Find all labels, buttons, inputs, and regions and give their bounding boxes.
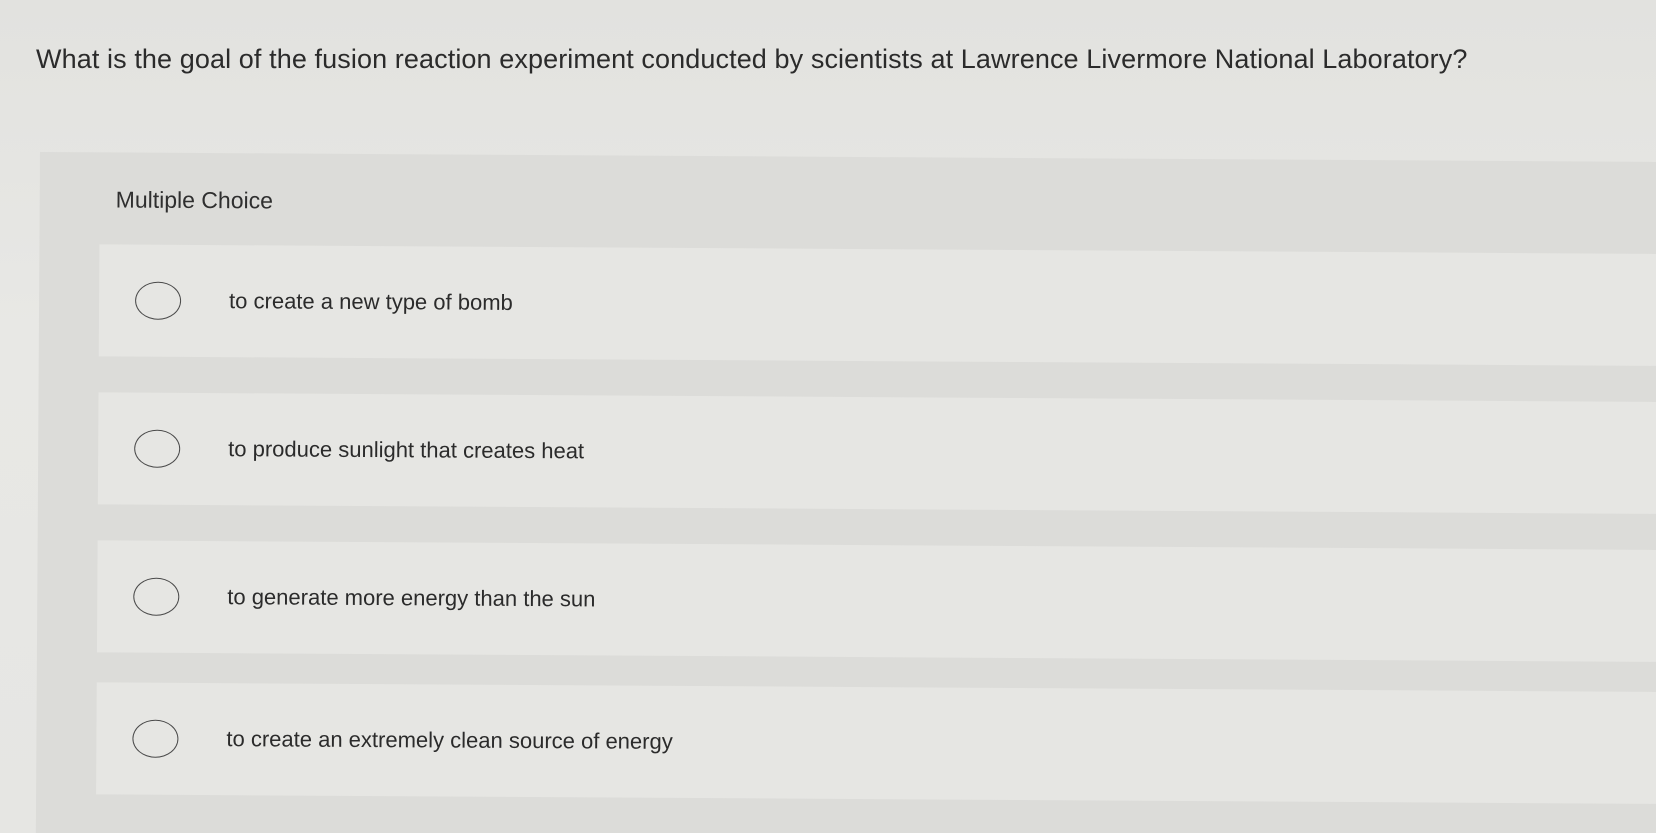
- radio-button-icon[interactable]: [134, 281, 182, 320]
- answer-option-label: to produce sunlight that creates heat: [228, 436, 585, 464]
- radio-button-icon[interactable]: [134, 429, 181, 468]
- multiple-choice-label: Multiple Choice: [115, 186, 274, 214]
- answer-option-4[interactable]: to create an extremely clean source of e…: [96, 682, 1656, 805]
- answer-option-label: to generate more energy than the sun: [227, 584, 596, 612]
- multiple-choice-panel: Multiple Choice to create a new type of …: [35, 152, 1656, 833]
- answer-option-1[interactable]: to create a new type of bomb: [98, 244, 1656, 367]
- quiz-page: What is the goal of the fusion reaction …: [0, 0, 1656, 833]
- answer-option-3[interactable]: to generate more energy than the sun: [96, 540, 1656, 663]
- question-text: What is the goal of the fusion reaction …: [36, 44, 1468, 74]
- radio-button-icon[interactable]: [133, 577, 180, 616]
- answer-option-label: to create a new type of bomb: [229, 288, 513, 315]
- answer-option-2[interactable]: to produce sunlight that creates heat: [97, 392, 1656, 515]
- answer-option-label: to create an extremely clean source of e…: [226, 726, 673, 754]
- radio-button-icon[interactable]: [132, 719, 179, 758]
